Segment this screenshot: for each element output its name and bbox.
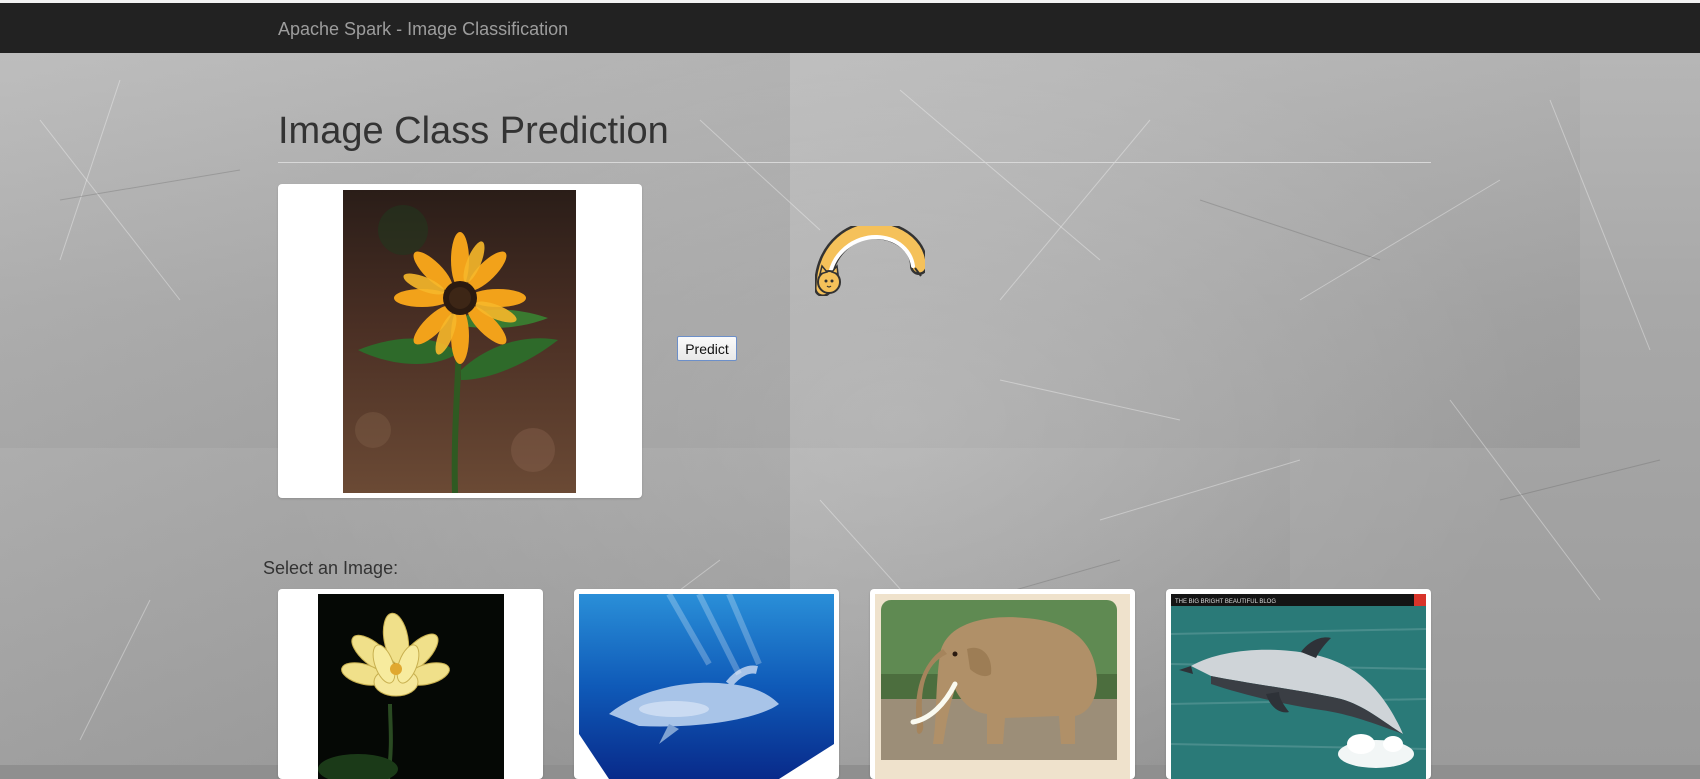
thumbnail-dolphin[interactable]: THE BIG BRIGHT BEAUTIFUL BLOG — [1166, 589, 1431, 779]
top-navbar: Apache Spark - Image Classification — [0, 0, 1700, 53]
dolphin-image-caption: THE BIG BRIGHT BEAUTIFUL BLOG — [1175, 599, 1276, 605]
thumbnail-elephant[interactable] — [870, 589, 1135, 779]
scratch-texture — [39, 79, 1661, 741]
cat-loading-icon — [814, 220, 928, 301]
thumbnail-whale[interactable] — [574, 589, 839, 779]
title-divider — [278, 162, 1431, 163]
sunflower-preview-image — [343, 190, 576, 493]
concrete-background — [0, 0, 1700, 765]
thumbnail-lotus[interactable] — [278, 589, 543, 779]
select-image-label: Select an Image: — [263, 558, 399, 578]
elephant-image — [875, 594, 1130, 779]
whale-underwater-image — [579, 594, 834, 779]
navbar-brand-link[interactable]: Apache Spark - Image Classification — [278, 19, 568, 40]
dolphin-jumping-image: THE BIG BRIGHT BEAUTIFUL BLOG — [1171, 594, 1426, 779]
preview-image-card — [278, 184, 642, 498]
page-title: Image Class Prediction — [278, 110, 669, 152]
predict-button[interactable]: Predict — [677, 336, 737, 361]
yellow-lotus-image — [318, 594, 504, 779]
